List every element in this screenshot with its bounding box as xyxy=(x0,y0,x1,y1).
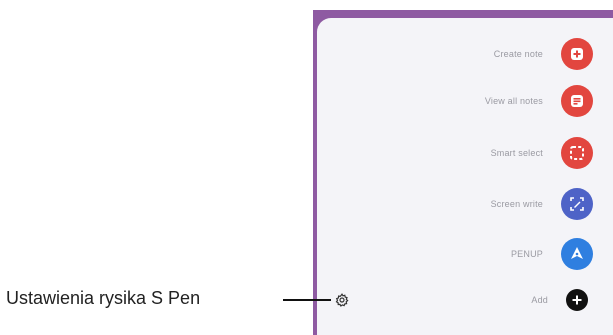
screen-write-icon xyxy=(561,188,593,220)
callout-label: Ustawienia rysika S Pen xyxy=(6,288,201,308)
menu-item-create-note[interactable]: Create note xyxy=(494,37,593,71)
callout-leader-line xyxy=(283,299,331,301)
create-note-icon xyxy=(561,38,593,70)
menu-item-smart-select[interactable]: Smart select xyxy=(491,136,593,170)
smart-select-icon xyxy=(561,137,593,169)
menu-item-screen-write[interactable]: Screen write xyxy=(491,187,593,221)
menu-item-view-all-notes[interactable]: View all notes xyxy=(485,84,593,118)
menu-item-label: PENUP xyxy=(510,249,543,259)
menu-item-label: Screen write xyxy=(490,199,543,209)
menu-item-label: Add xyxy=(531,295,548,305)
menu-item-label: Create note xyxy=(493,49,543,59)
view-all-notes-icon xyxy=(561,85,593,117)
menu-item-add[interactable]: Add xyxy=(531,283,593,317)
add-icon xyxy=(566,289,588,311)
menu-item-label: View all notes xyxy=(484,96,543,106)
menu-item-label: Smart select xyxy=(490,148,543,158)
settings-gear-icon[interactable] xyxy=(334,292,350,308)
menu-item-penup[interactable]: PENUP xyxy=(511,237,593,271)
penup-icon xyxy=(561,238,593,270)
